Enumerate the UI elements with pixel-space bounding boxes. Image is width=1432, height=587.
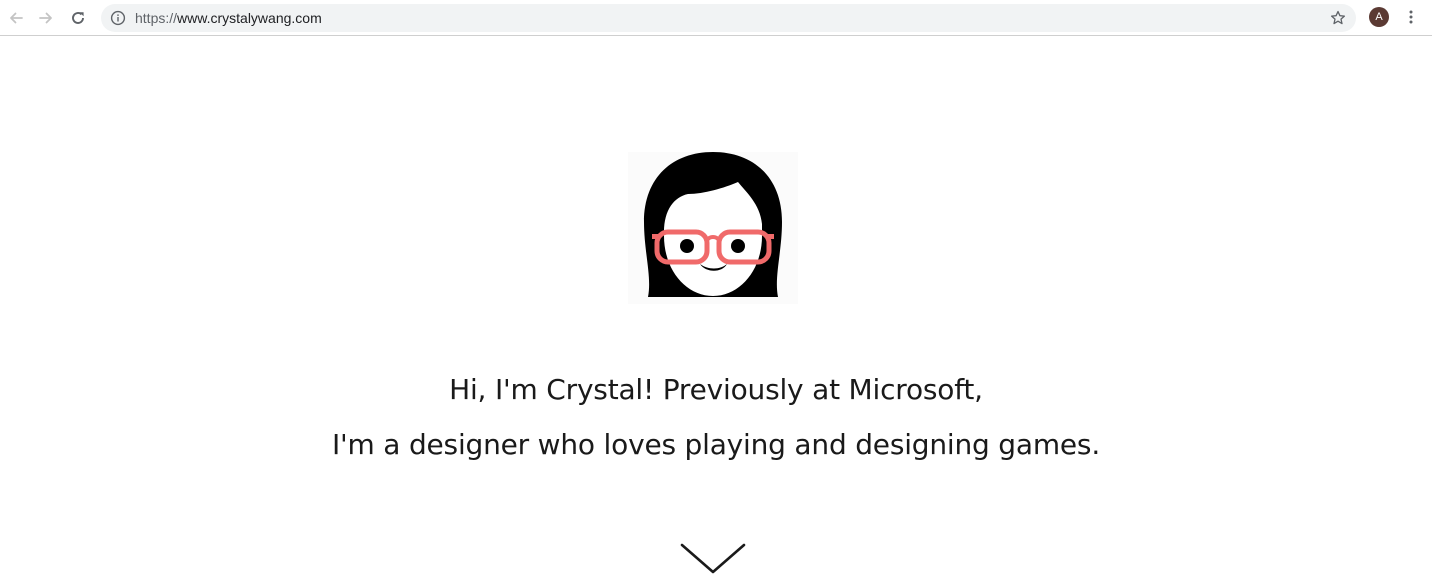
forward-button[interactable]: [34, 6, 58, 30]
bookmark-button[interactable]: [1329, 9, 1347, 27]
back-button[interactable]: [4, 6, 28, 30]
info-icon[interactable]: [110, 10, 126, 26]
profile-avatar[interactable]: A: [1369, 7, 1389, 27]
chevron-down-icon: [680, 543, 746, 574]
url-host: www.crystalywang.com: [177, 10, 322, 26]
intro-line-1: Hi, I'm Crystal! Previously at Microsoft…: [449, 373, 983, 406]
reload-button[interactable]: [66, 6, 90, 30]
reload-icon: [72, 12, 84, 24]
browser-menu-button[interactable]: [1402, 7, 1420, 27]
page-content: Hi, I'm Crystal! Previously at Microsoft…: [0, 37, 1432, 587]
star-icon: [1330, 10, 1346, 25]
url-scheme: https://: [135, 10, 178, 26]
browser-toolbar: https://www.crystalywang.com A: [0, 0, 1432, 36]
kebab-menu-icon: [1409, 10, 1413, 24]
portrait-avatar: [628, 152, 798, 304]
intro-line-2: I'm a designer who loves playing and des…: [331, 428, 1101, 461]
arrow-right-icon: [39, 12, 52, 24]
cartoon-girl-with-glasses-icon: [644, 152, 782, 297]
address-bar[interactable]: https://www.crystalywang.com: [101, 4, 1356, 32]
scroll-down-button[interactable]: [680, 542, 746, 576]
arrow-left-icon: [10, 12, 23, 24]
url-text[interactable]: https://www.crystalywang.com: [135, 10, 322, 26]
